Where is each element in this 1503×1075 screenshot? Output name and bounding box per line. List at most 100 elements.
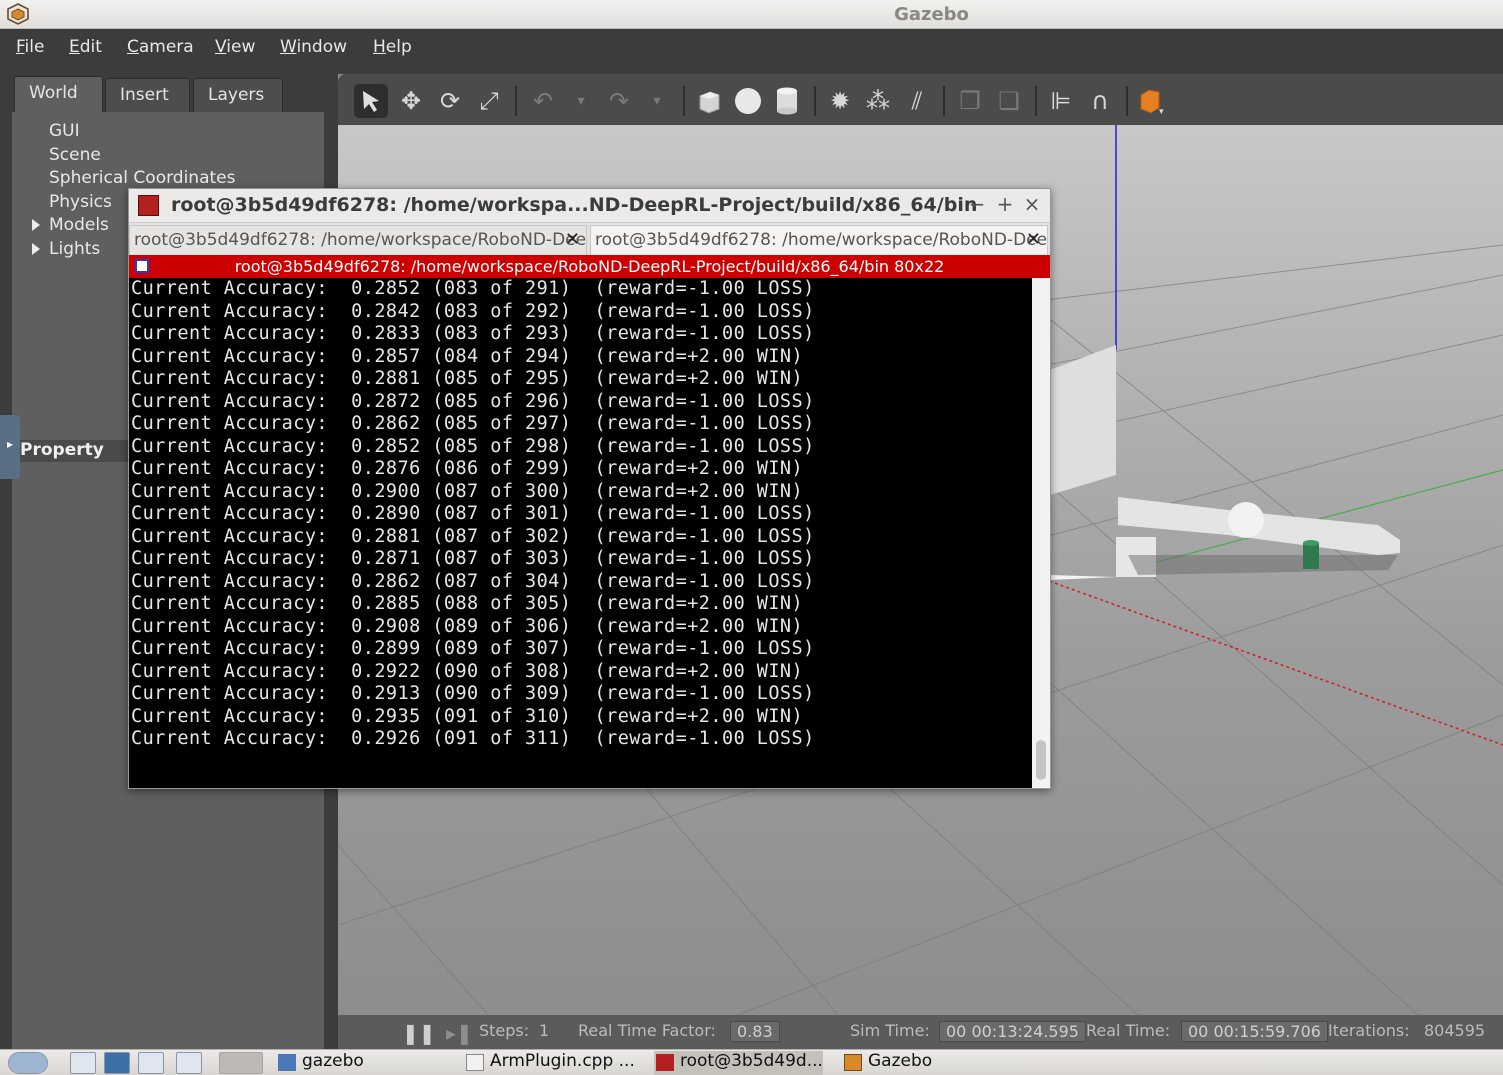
snap-magnet-icon[interactable]: ∩ — [1083, 84, 1117, 118]
point-light-icon[interactable]: ✹ — [823, 84, 857, 118]
iterations-value: 804595 — [1424, 1021, 1486, 1040]
terminal-line: Current Accuracy: 0.2833 (083 of 293) (r… — [131, 323, 815, 344]
tree-item-gui[interactable]: GUI — [49, 121, 80, 141]
collapse-arrow-icon: ▸ — [6, 437, 14, 451]
collapse-panel-handle[interactable]: ▸ — [0, 415, 20, 479]
toolbar-separator — [943, 86, 945, 116]
real-time-label: Real Time: — [1086, 1021, 1171, 1040]
terminal-line: Current Accuracy: 0.2857 (084 of 294) (r… — [131, 345, 804, 367]
toolbar-separator — [683, 86, 685, 116]
window-list-icon[interactable] — [138, 1052, 164, 1074]
workspace-icon[interactable] — [219, 1052, 263, 1074]
sim-time-value: 00 00:13:24.595 — [939, 1021, 1086, 1042]
terminal-session-title: root@3b5d49df6278: /home/workspace/RoboN… — [234, 257, 945, 276]
terminal-line: Current Accuracy: 0.2862 (087 of 304) (r… — [131, 570, 815, 592]
steps-label: Steps: — [479, 1021, 530, 1040]
tab-layers[interactable]: Layers — [193, 78, 283, 112]
session-menu-icon[interactable] — [135, 259, 149, 273]
tree-item-physics[interactable]: Physics — [49, 192, 112, 212]
close-tab-icon[interactable]: ✕ — [565, 229, 580, 250]
taskbar-item-armplugin[interactable]: ArmPlugin.cpp ... — [464, 1051, 635, 1075]
taskbar-item-terminal[interactable]: root@3b5d49d... — [654, 1051, 823, 1075]
change-view-icon[interactable]: ▾ — [1135, 84, 1169, 118]
paste-icon[interactable]: ❏ — [992, 84, 1026, 118]
menu-edit[interactable]: Edit — [69, 37, 102, 57]
start-menu-icon[interactable] — [8, 1052, 48, 1074]
copy-icon[interactable]: ❐ — [953, 84, 987, 118]
taskbar-item-gazebo-folder[interactable]: gazebo — [276, 1051, 364, 1075]
menu-view[interactable]: View — [215, 37, 255, 57]
expand-arrow-icon[interactable] — [32, 243, 40, 255]
real-time-value: 00 00:15:59.706 — [1181, 1021, 1328, 1042]
align-icon[interactable]: ⊫ — [1044, 84, 1078, 118]
translate-mode-icon[interactable]: ✥ — [394, 84, 428, 118]
tree-item-spherical-coordinates[interactable]: Spherical Coordinates — [49, 168, 235, 188]
toolbar-separator — [1035, 86, 1037, 116]
toolbar-separator — [814, 86, 816, 116]
terminal-tab-2[interactable]: root@3b5d49df6278: /home/workspace/RoboN… — [590, 225, 1048, 255]
pause-icon[interactable]: ❚❚ — [402, 1021, 436, 1045]
terminal-line: Current Accuracy: 0.2862 (085 of 297) (r… — [131, 413, 815, 434]
expand-arrow-icon[interactable] — [32, 219, 40, 231]
gazebo-icon — [844, 1054, 862, 1071]
steps-value[interactable]: 1 — [539, 1021, 549, 1040]
scale-mode-icon[interactable]: ⤢ — [472, 84, 506, 118]
sim-time-label: Sim Time: — [850, 1021, 930, 1040]
select-mode-icon[interactable] — [354, 84, 388, 118]
terminal-line: Current Accuracy: 0.2881 (087 of 302) (r… — [131, 525, 815, 547]
tree-item-lights[interactable]: Lights — [49, 239, 100, 259]
toolbar-separator — [515, 86, 517, 116]
tab-world[interactable]: World — [14, 76, 103, 112]
cylinder-shape-icon[interactable] — [770, 84, 804, 118]
undo-icon[interactable]: ↶ — [526, 84, 560, 118]
terminal-window[interactable]: root@3b5d49df6278: /home/workspa...ND-De… — [128, 188, 1051, 789]
toolbar-separator — [1126, 86, 1128, 116]
terminal-tab-label: root@3b5d49df6278: /home/workspace/RoboN… — [595, 230, 1048, 250]
box-shape-icon[interactable] — [692, 84, 726, 118]
directional-light-icon[interactable]: ⫽ — [900, 84, 934, 118]
sphere-shape-icon[interactable] — [731, 84, 765, 118]
terminal-tab-1[interactable]: root@3b5d49df6278: /home/workspace/RoboN… — [129, 225, 587, 255]
text-editor-icon — [466, 1054, 484, 1071]
menu-help[interactable]: Help — [373, 37, 412, 57]
terminal-line: Current Accuracy: 0.2842 (083 of 292) (r… — [131, 300, 815, 322]
tab-insert[interactable]: Insert — [105, 78, 190, 112]
terminal-scrollbar[interactable] — [1032, 278, 1050, 788]
file-manager-icon[interactable] — [70, 1052, 96, 1074]
desktop-switch-icon[interactable] — [176, 1052, 202, 1074]
terminal-launcher-icon[interactable] — [104, 1052, 130, 1074]
scrollbar-thumb[interactable] — [1036, 740, 1046, 780]
step-icon[interactable]: ▸❚ — [446, 1021, 473, 1045]
close-icon[interactable]: × — [1021, 192, 1043, 216]
terminal-tabs: root@3b5d49df6278: /home/workspace/RoboN… — [129, 223, 1050, 255]
terminal-line: Current Accuracy: 0.2881 (085 of 295) (r… — [131, 368, 804, 389]
minimize-icon[interactable]: − — [966, 192, 988, 216]
spot-light-icon[interactable]: ⁂ — [861, 84, 895, 118]
svg-text:▾: ▾ — [1159, 107, 1164, 116]
terminal-output[interactable]: Current Accuracy: 0.2852 (083 of 291) (r… — [129, 278, 1032, 788]
rotate-mode-icon[interactable]: ⟳ — [433, 84, 467, 118]
taskbar-item-gazebo[interactable]: Gazebo — [842, 1051, 932, 1075]
tree-item-scene[interactable]: Scene — [49, 145, 101, 165]
maximize-icon[interactable]: + — [994, 192, 1016, 216]
terminal-titlebar[interactable]: root@3b5d49df6278: /home/workspa...ND-De… — [129, 189, 1050, 223]
close-tab-icon[interactable]: ✕ — [1026, 229, 1041, 250]
menu-camera[interactable]: Camera — [127, 37, 194, 57]
terminal-tab-label: root@3b5d49df6278: /home/workspace/RoboN… — [134, 230, 587, 250]
terminal-line: Current Accuracy: 0.2890 (087 of 301) (r… — [131, 503, 815, 524]
terminal-line: Current Accuracy: 0.2913 (090 of 309) (r… — [131, 683, 815, 704]
terminal-line: Current Accuracy: 0.2935 (091 of 310) (r… — [131, 705, 804, 727]
tree-item-models[interactable]: Models — [49, 215, 109, 235]
terminal-line: Current Accuracy: 0.2885 (088 of 305) (r… — [131, 593, 804, 614]
terminal-session-header: root@3b5d49df6278: /home/workspace/RoboN… — [129, 255, 1050, 278]
undo-history-icon[interactable]: ▾ — [564, 84, 598, 118]
redo-history-icon[interactable]: ▾ — [640, 84, 674, 118]
terminal-line: Current Accuracy: 0.2926 (091 of 311) (r… — [131, 728, 815, 749]
terminal-line: Current Accuracy: 0.2899 (089 of 307) (r… — [131, 638, 815, 659]
real-time-factor-value: 0.83 — [730, 1021, 780, 1042]
menu-file[interactable]: File — [16, 37, 44, 57]
menu-window[interactable]: Window — [280, 37, 347, 57]
terminal-line: Current Accuracy: 0.2872 (085 of 296) (r… — [131, 390, 815, 412]
terminal-line: Current Accuracy: 0.2922 (090 of 308) (r… — [131, 660, 804, 682]
redo-icon[interactable]: ↷ — [602, 84, 636, 118]
